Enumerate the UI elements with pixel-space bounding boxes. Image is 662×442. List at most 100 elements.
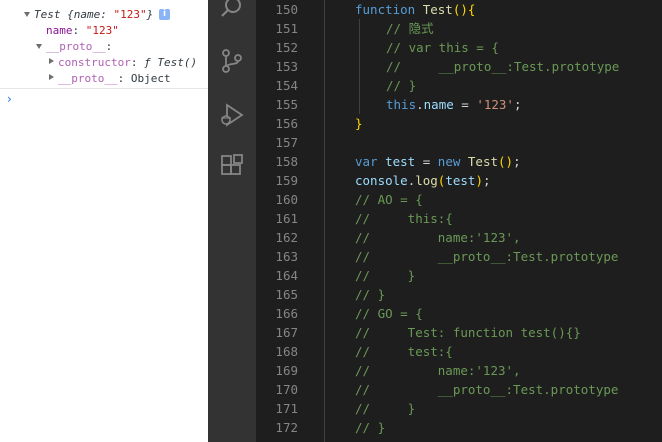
console-token: __proto__ — [46, 40, 106, 53]
run-debug-icon[interactable] — [219, 102, 245, 128]
property-name: name: "123" — [46, 23, 119, 39]
collapsed-arrow-icon[interactable] — [49, 74, 54, 80]
console-token: : — [117, 72, 131, 85]
code-token: // name:'123', — [355, 363, 521, 378]
search-icon[interactable] — [219, 0, 245, 20]
code-line[interactable]: // } — [355, 266, 415, 285]
code-token: Test — [422, 2, 453, 17]
code-line[interactable]: // this:{ — [355, 209, 453, 228]
code-token: Test — [467, 154, 499, 169]
code-line[interactable]: var test = new Test(); — [355, 152, 521, 171]
code-token: () — [498, 154, 514, 169]
console-divider — [0, 88, 208, 89]
code-token: // 隐式 — [386, 21, 434, 36]
code-line[interactable]: // __proto__:Test.prototype — [355, 247, 618, 266]
console-token: : — [72, 24, 86, 37]
code-token: ) — [475, 173, 483, 188]
code-token: function — [355, 2, 423, 17]
line-number: 152 — [275, 40, 298, 55]
code-line[interactable]: // } — [386, 76, 416, 95]
expand-arrow-icon[interactable] — [36, 44, 42, 49]
line-number: 162 — [275, 230, 298, 245]
info-icon[interactable]: i — [159, 9, 170, 20]
console-prompt[interactable]: › — [7, 92, 12, 106]
line-number: 165 — [275, 287, 298, 302]
code-token: = — [453, 97, 477, 112]
code-line[interactable]: this.name = '123'; — [386, 95, 522, 114]
code-line[interactable]: } — [355, 114, 363, 133]
property-constructor[interactable]: constructor: ƒ Test() — [58, 55, 197, 71]
console-token: name — [46, 24, 73, 37]
code-token: // var this = { — [386, 40, 499, 55]
code-token: // } — [355, 268, 416, 283]
console-object-summary[interactable]: Test {name: "123"} — [34, 7, 153, 23]
line-number: 167 — [275, 325, 298, 340]
code-line[interactable]: // Test: function test(){} — [355, 323, 581, 342]
code-line[interactable]: console.log(test); — [355, 171, 491, 190]
console-token: Test {name: — [34, 8, 114, 21]
collapsed-arrow-icon[interactable] — [49, 58, 54, 64]
line-number: 164 — [275, 268, 298, 283]
line-number: 155 — [275, 97, 298, 112]
line-number: 161 — [275, 211, 298, 226]
code-token: // Test: function test(){} — [355, 325, 581, 340]
code-token: // __proto__:Test.prototype — [355, 382, 619, 397]
code-token: // } — [355, 420, 386, 435]
line-number: 160 — [275, 192, 298, 207]
code-line[interactable]: function Test(){ — [355, 0, 475, 19]
code-line[interactable]: // } — [355, 399, 415, 418]
code-token: ; — [513, 154, 521, 169]
code-token: (){ — [452, 2, 476, 17]
expand-arrow-icon[interactable] — [24, 12, 30, 17]
code-token: = — [415, 154, 438, 169]
code-token: log — [415, 173, 438, 188]
line-number: 173 — [256, 437, 298, 442]
devtools-console: Test {name: "123"} i name: "123" __proto… — [0, 0, 208, 442]
extensions-icon[interactable] — [219, 154, 245, 180]
code-token: // this:{ — [355, 211, 453, 226]
code-token: '123' — [476, 97, 514, 112]
console-token: __proto__ — [58, 72, 118, 85]
code-line[interactable]: // name:'123', — [355, 228, 521, 247]
property-proto-object[interactable]: __proto__: Object — [58, 71, 171, 87]
property-proto[interactable]: __proto__: — [46, 39, 112, 55]
code-line[interactable]: // } — [355, 418, 385, 437]
code-token: // __proto__:Test.prototype — [386, 59, 620, 74]
line-number: 163 — [275, 249, 298, 264]
code-line[interactable]: // name:'123', — [355, 361, 521, 380]
code-line[interactable]: // GO = { — [355, 304, 423, 323]
code-editor[interactable]: 150 function Test(){151// 隐式 152// var thi… — [256, 0, 662, 442]
line-number: 150 — [275, 2, 298, 17]
code-token: ; — [513, 97, 522, 112]
code-token: // test:{ — [355, 344, 453, 359]
code-token: ; — [482, 173, 491, 188]
console-token: : — [105, 40, 113, 53]
code-token: name — [423, 97, 454, 112]
line-number: 168 — [275, 344, 298, 359]
source-control-icon[interactable] — [219, 48, 245, 74]
code-token: console — [355, 173, 408, 188]
code-token: this — [386, 97, 417, 112]
code-token: // name:'123', — [355, 230, 521, 245]
line-number: 153 — [275, 59, 298, 74]
code-token: // AO = { — [355, 192, 423, 207]
code-token: test — [385, 154, 416, 169]
code-line[interactable]: // test:{ — [355, 342, 453, 361]
code-line[interactable]: // AO = { — [355, 190, 423, 209]
line-number: 172 — [275, 420, 298, 435]
code-line[interactable]: // 隐式 — [386, 19, 434, 38]
code-line[interactable]: // var this = { — [386, 38, 499, 57]
indent-guide — [324, 0, 325, 442]
line-number: 166 — [275, 306, 298, 321]
code-token: // } — [386, 78, 417, 93]
console-token: : — [130, 56, 145, 69]
code-line[interactable]: // __proto__:Test.prototype — [355, 380, 618, 399]
code-token: . — [416, 97, 424, 112]
code-line[interactable]: // } — [355, 285, 385, 304]
code-token: test — [445, 173, 476, 188]
line-number: 169 — [275, 363, 298, 378]
line-number: 156 — [275, 116, 298, 131]
code-line[interactable]: // __proto__:Test.prototype — [386, 57, 619, 76]
code-token: new — [437, 154, 468, 169]
console-token: "123" — [85, 24, 119, 37]
